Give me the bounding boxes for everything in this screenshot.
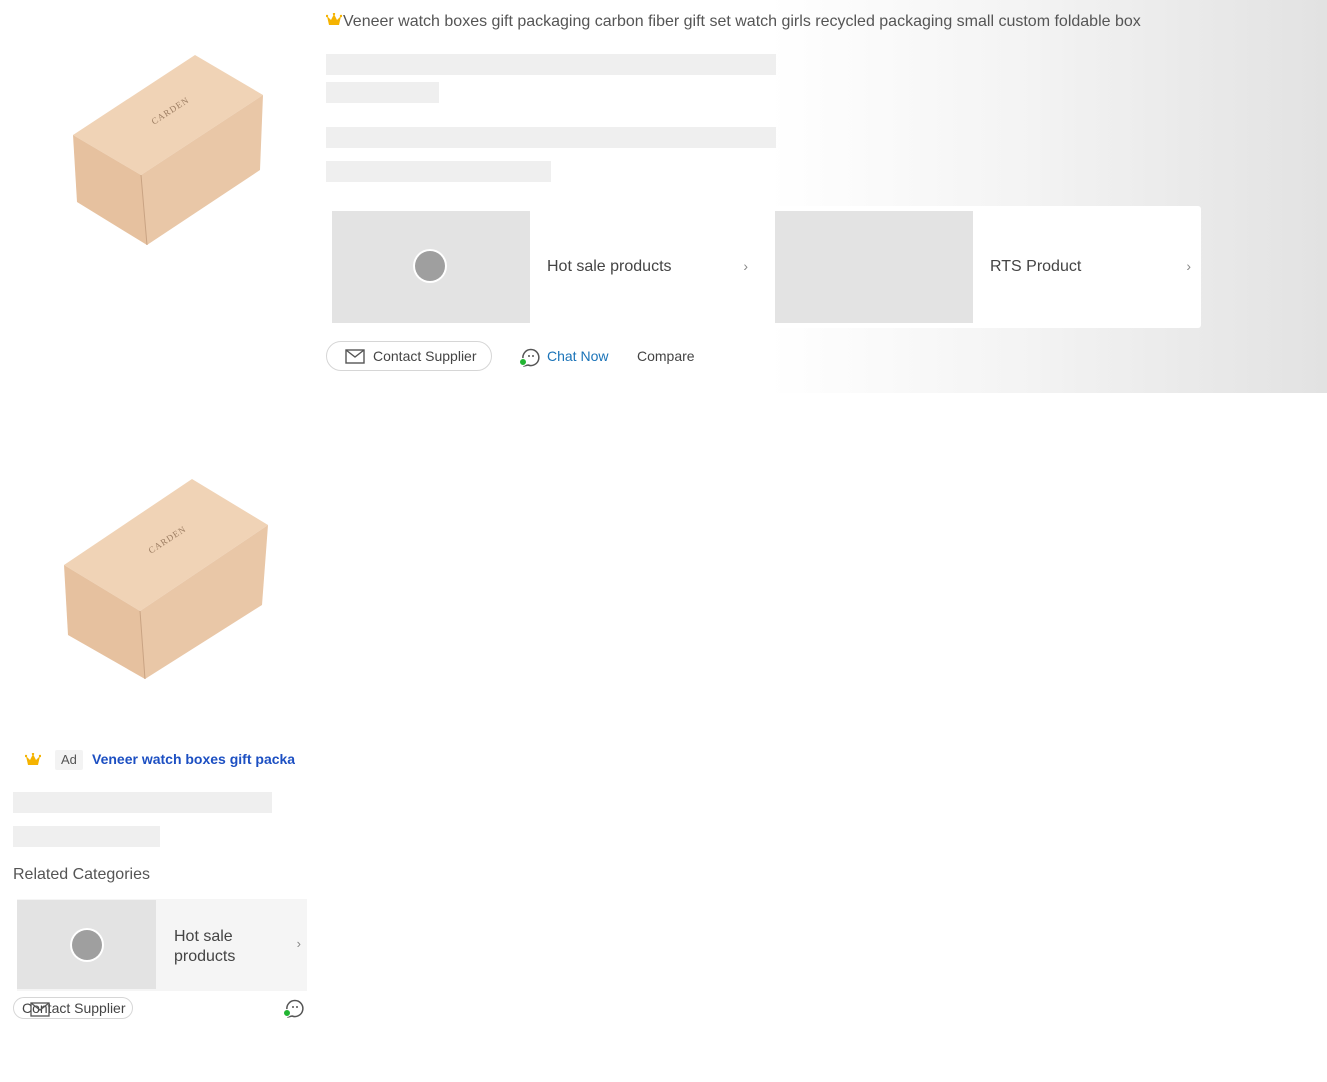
related-categories-heading: Related Categories [13, 866, 150, 883]
contact-supplier-button[interactable]: Contact Supplier [326, 341, 492, 371]
promo-hot-sale[interactable]: Hot sale products › [326, 206, 758, 328]
contact-supplier-label: Contact Supplier [373, 348, 477, 364]
mail-icon [345, 349, 365, 364]
promo-image-placeholder [17, 900, 156, 989]
loading-placeholder [326, 82, 439, 103]
ad-badge: Ad [55, 750, 83, 770]
promo-label: RTS Product [990, 258, 1082, 275]
promo-label: Hot sale products [174, 928, 236, 965]
chat-icon [519, 348, 540, 367]
loading-placeholder [13, 826, 160, 847]
chevron-right-icon: › [296, 936, 301, 951]
online-status-icon [519, 358, 527, 366]
online-status-icon [283, 1009, 291, 1017]
chat-now-label: Chat Now [547, 348, 609, 364]
product-title[interactable]: Veneer watch boxes gift packaging carbon… [326, 11, 1226, 33]
promo-rts-product[interactable]: RTS Product › [769, 206, 1201, 328]
product-image[interactable]: CARDEN [55, 40, 280, 255]
promo-label: Hot sale products [547, 258, 672, 275]
product-title-text[interactable]: Veneer watch boxes gift packaging carbon… [343, 13, 1141, 30]
loading-placeholder [326, 127, 776, 148]
product-title-link[interactable]: Veneer watch boxes gift packaging carbon… [92, 751, 295, 767]
chevron-right-icon: › [1186, 258, 1191, 274]
product-image[interactable]: CARDEN [50, 465, 280, 690]
promo-image-placeholder [775, 211, 973, 323]
loading-dot [72, 930, 102, 960]
ad-title-row: Ad Veneer watch boxes gift packaging car… [25, 750, 295, 770]
crown-icon [25, 753, 41, 765]
promo-hot-sale[interactable]: Hot sale products › [17, 899, 307, 991]
loading-placeholder [326, 54, 776, 75]
chevron-right-icon: › [743, 258, 748, 274]
crown-icon [326, 13, 342, 25]
loading-placeholder [13, 792, 272, 813]
promo-image-placeholder [332, 211, 530, 323]
chat-icon[interactable] [281, 996, 307, 1020]
loading-placeholder [326, 161, 551, 182]
compare-link[interactable]: Compare [637, 348, 695, 364]
loading-dot [415, 251, 445, 281]
mail-icon [30, 1002, 50, 1017]
contact-supplier-button[interactable]: Contact Supplier [13, 997, 133, 1019]
product-card-top: CARDEN Veneer watch boxes gift packaging… [0, 0, 1327, 393]
